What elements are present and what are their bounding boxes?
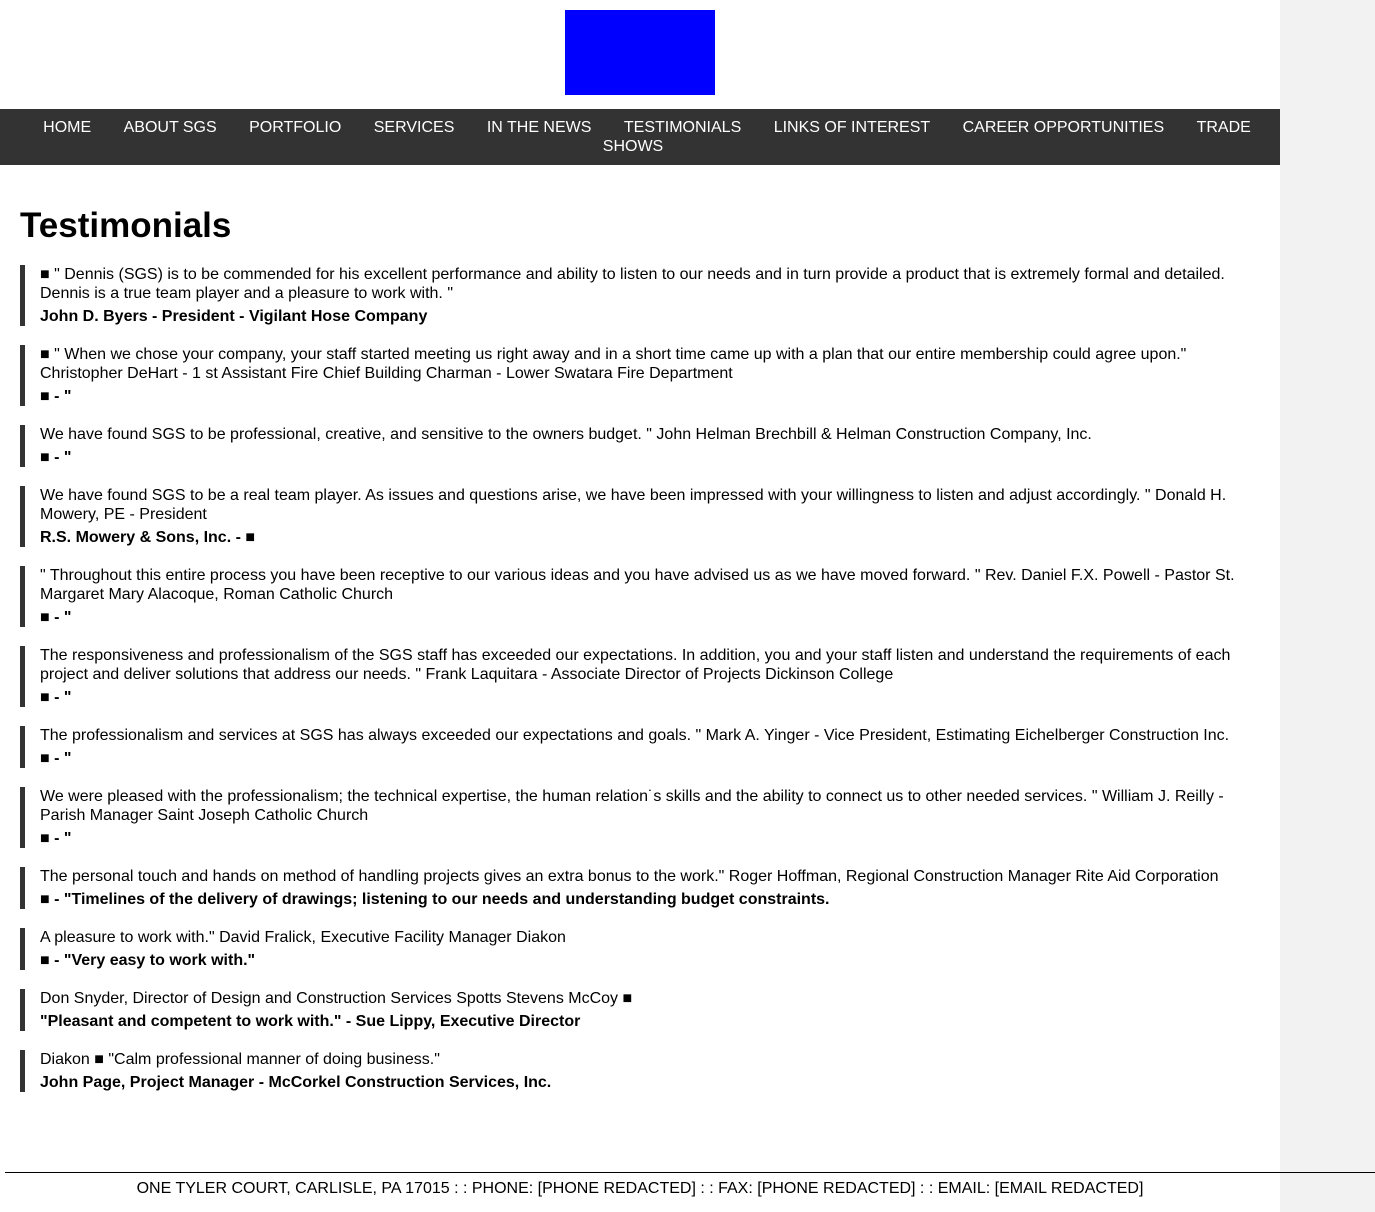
testimonial-item: The personal touch and hands on method o…: [20, 867, 1245, 909]
testimonial-author: ■ - ": [40, 449, 72, 466]
testimonial-item: Diakon ■ "Calm professional manner of do…: [20, 1050, 1245, 1092]
testimonial-text: Don Snyder, Director of Design and Const…: [40, 990, 633, 1007]
testimonial-item: ■ " Dennis (SGS) is to be commended for …: [20, 265, 1245, 326]
nav-career-opportunities[interactable]: CAREER OPPORTUNITIES: [963, 119, 1165, 136]
page: HOME ABOUT SGS PORTFOLIO SERVICES IN THE…: [0, 0, 1280, 1212]
testimonial-text: ■ " When we chose your company, your sta…: [40, 346, 1187, 382]
testimonial-author: ■ - "Very easy to work with.": [40, 952, 256, 969]
footer-contact: ONE TYLER COURT, CARLISLE, PA 17015 : : …: [136, 1180, 1144, 1197]
testimonial-author: R.S. Mowery & Sons, Inc. - ■: [40, 529, 256, 546]
testimonial-text: A pleasure to work with." David Fralick,…: [40, 929, 566, 946]
nav-in-the-news[interactable]: IN THE NEWS: [487, 119, 592, 136]
testimonial-author: ■ - "Timelines of the delivery of drawin…: [40, 891, 830, 908]
testimonial-item: ■ " When we chose your company, your sta…: [20, 345, 1245, 406]
testimonial-author: ■ - ": [40, 750, 72, 767]
testimonial-item: The professionalism and services at SGS …: [20, 726, 1245, 768]
page-title: Testimonials: [20, 206, 232, 245]
testimonial-item: We have found SGS to be professional, cr…: [20, 425, 1245, 467]
testimonial-text: The personal touch and hands on method o…: [40, 868, 1219, 885]
nav-portfolio[interactable]: PORTFOLIO: [249, 119, 341, 136]
testimonial-item: The responsiveness and professionalism o…: [20, 646, 1245, 707]
testimonial-text: ■ " Dennis (SGS) is to be commended for …: [40, 266, 1225, 302]
nav-services[interactable]: SERVICES: [374, 119, 455, 136]
footer-divider: [5, 1172, 1375, 1173]
testimonial-text: The professionalism and services at SGS …: [40, 727, 1230, 744]
testimonial-author: ■ - ": [40, 609, 72, 626]
testimonial-list: ■ " Dennis (SGS) is to be commended for …: [20, 265, 1245, 1111]
testimonial-text: We have found SGS to be professional, cr…: [40, 426, 1092, 443]
testimonial-item: A pleasure to work with." David Fralick,…: [20, 928, 1245, 970]
testimonial-text: Diakon ■ "Calm professional manner of do…: [40, 1051, 440, 1068]
testimonial-text: We were pleased with the professionalism…: [40, 788, 1224, 824]
main-nav: HOME ABOUT SGS PORTFOLIO SERVICES IN THE…: [0, 109, 1280, 165]
nav-links-of-interest[interactable]: LINKS OF INTEREST: [774, 119, 930, 136]
testimonial-author: ■ - ": [40, 830, 72, 847]
testimonial-item: " Throughout this entire process you hav…: [20, 566, 1245, 627]
nav-home[interactable]: HOME: [43, 119, 91, 136]
testimonial-author: John D. Byers - President - Vigilant Hos…: [40, 308, 428, 325]
testimonial-author: John Page, Project Manager - McCorkel Co…: [40, 1074, 552, 1091]
testimonial-text: We have found SGS to be a real team play…: [40, 487, 1227, 523]
testimonial-text: The responsiveness and professionalism o…: [40, 647, 1231, 683]
site-logo[interactable]: [565, 10, 715, 95]
nav-testimonials[interactable]: TESTIMONIALS: [624, 119, 741, 136]
testimonial-author: ■ - ": [40, 388, 72, 405]
testimonial-item: We have found SGS to be a real team play…: [20, 486, 1245, 547]
testimonial-text: " Throughout this entire process you hav…: [40, 567, 1235, 603]
testimonial-author: "Pleasant and competent to work with." -…: [40, 1013, 581, 1030]
testimonial-item: Don Snyder, Director of Design and Const…: [20, 989, 1245, 1031]
nav-about-sgs[interactable]: ABOUT SGS: [124, 119, 217, 136]
testimonial-item: We were pleased with the professionalism…: [20, 787, 1245, 848]
testimonial-author: ■ - ": [40, 689, 72, 706]
